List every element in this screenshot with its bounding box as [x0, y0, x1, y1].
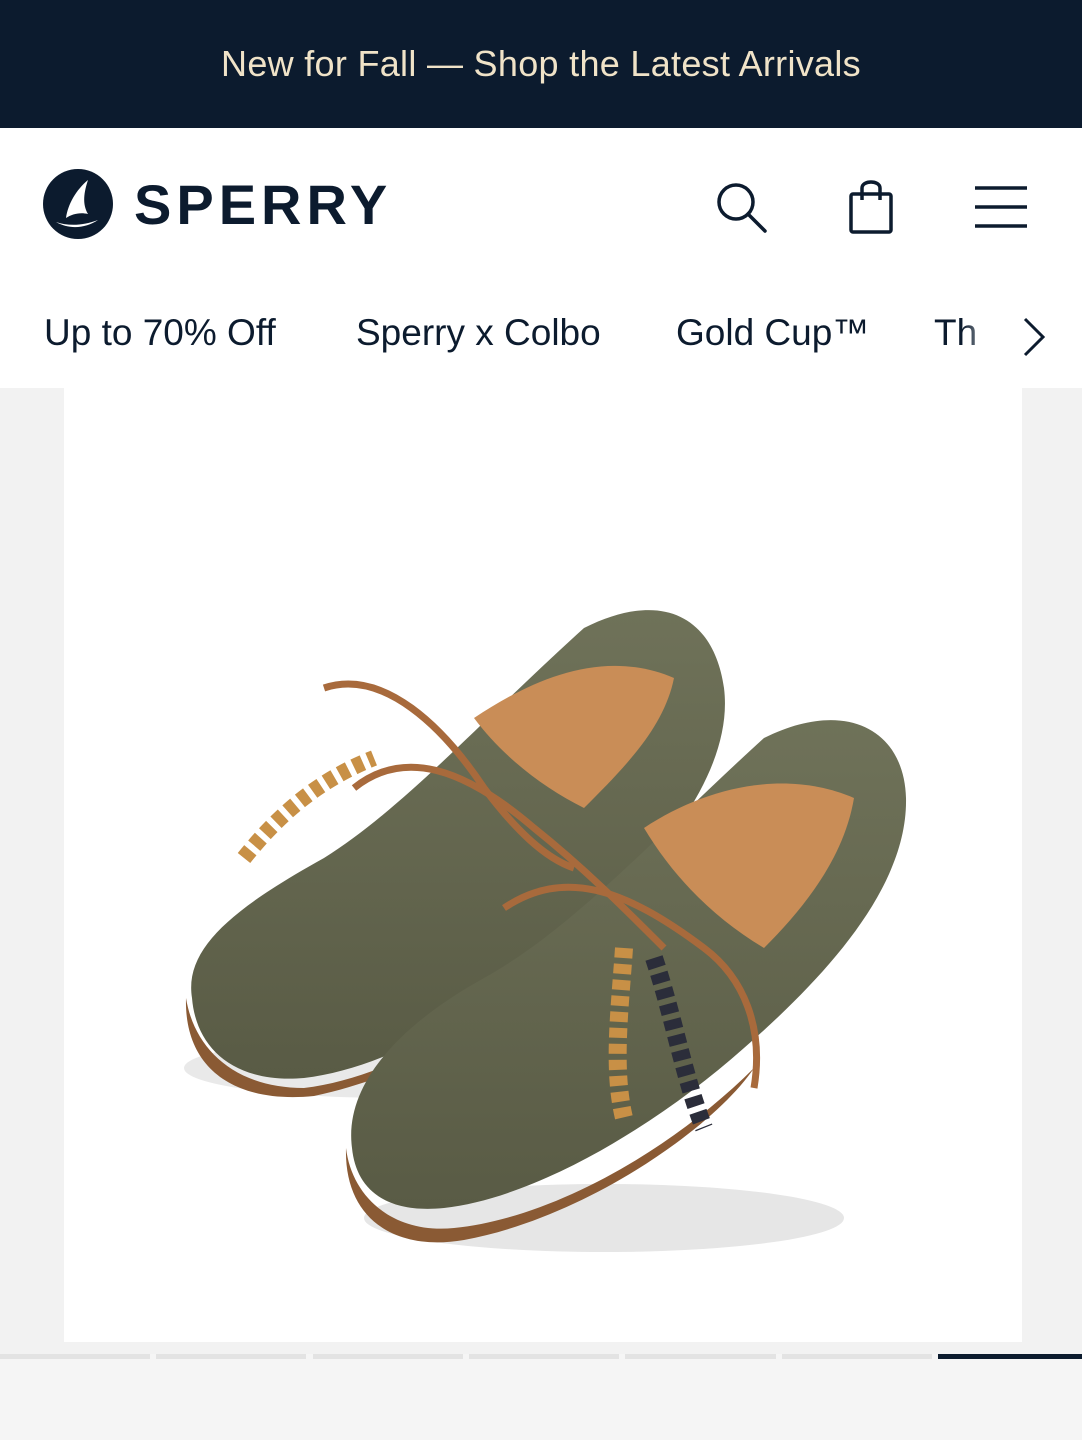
slide-indicator-6[interactable]	[782, 1354, 932, 1359]
hamburger-menu-icon[interactable]	[966, 172, 1036, 242]
promo-banner[interactable]: New for Fall — Shop the Latest Arrivals	[0, 0, 1082, 128]
chevron-right-icon[interactable]	[1014, 312, 1054, 362]
product-gallery[interactable]	[0, 388, 1082, 1354]
slide-indicator-1[interactable]	[0, 1354, 150, 1359]
slide-indicator-7[interactable]	[938, 1354, 1082, 1359]
slide-indicator-5[interactable]	[625, 1354, 776, 1359]
promo-text[interactable]: New for Fall — Shop the Latest Arrivals	[221, 43, 861, 85]
shopping-bag-icon[interactable]	[836, 172, 906, 242]
category-nav: Up to 70% Off Sperry x Colbo Gold Cup™ T…	[0, 288, 1082, 388]
slide-indicator-3[interactable]	[313, 1354, 463, 1359]
gallery-pagination	[0, 1354, 1082, 1360]
nav-item-gold-cup[interactable]: Gold Cup™	[676, 312, 869, 354]
brand-logo[interactable]: SPERRY	[42, 168, 392, 240]
slide-indicator-4[interactable]	[469, 1354, 619, 1359]
nav-item-sale[interactable]: Up to 70% Off	[44, 312, 276, 354]
product-image[interactable]	[64, 388, 1022, 1342]
brand-name: SPERRY	[134, 172, 393, 236]
nav-item-sperry-x-colbo[interactable]: Sperry x Colbo	[356, 312, 601, 354]
search-icon[interactable]	[706, 172, 776, 242]
sailboat-logo-icon	[43, 169, 113, 239]
slide-indicator-2[interactable]	[156, 1354, 306, 1359]
boat-shoes-illustration	[184, 610, 907, 1252]
site-header: SPERRY	[0, 128, 1082, 288]
